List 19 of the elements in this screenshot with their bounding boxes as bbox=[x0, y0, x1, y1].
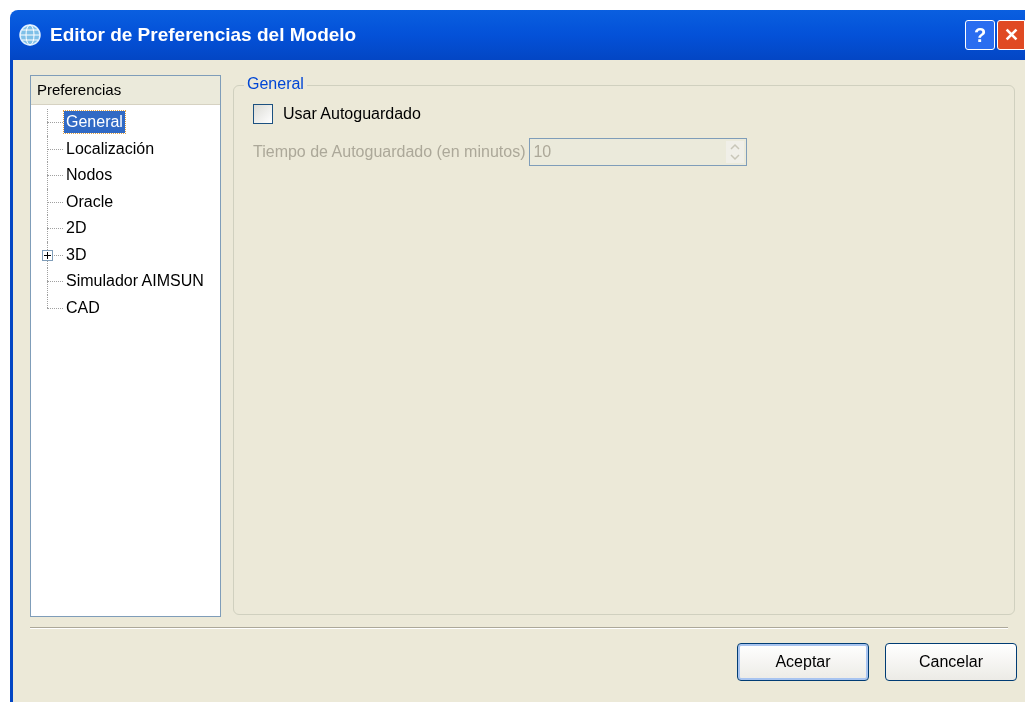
globe-icon bbox=[18, 23, 42, 47]
tree-item[interactable]: 2D bbox=[64, 217, 89, 240]
tree-item[interactable]: General bbox=[64, 111, 125, 134]
field-label: Tiempo de Autoguardado (en minutos) bbox=[253, 142, 526, 162]
tree-item[interactable]: 3D bbox=[64, 243, 89, 266]
checkbox[interactable] bbox=[253, 104, 273, 124]
dialog-button[interactable]: Cancelar bbox=[885, 643, 1017, 681]
window-title: Editor de Preferencias del Modelo bbox=[50, 22, 358, 47]
close-button[interactable]: ✕ bbox=[997, 20, 1025, 50]
help-button[interactable]: ? bbox=[965, 20, 995, 50]
tree-item[interactable]: Simulador AIMSUN bbox=[64, 270, 206, 293]
dialog-button[interactable]: Aceptar bbox=[737, 643, 869, 681]
tree-item[interactable]: Nodos bbox=[64, 164, 115, 187]
tree-header: Preferencias bbox=[31, 76, 220, 105]
checkbox-label: Usar Autoguardado bbox=[283, 104, 421, 124]
expand-toggle[interactable] bbox=[42, 249, 53, 261]
tree-item[interactable]: CAD bbox=[64, 296, 102, 319]
tree-item[interactable]: Oracle bbox=[64, 190, 116, 213]
tree-item[interactable]: Localización bbox=[64, 137, 157, 160]
